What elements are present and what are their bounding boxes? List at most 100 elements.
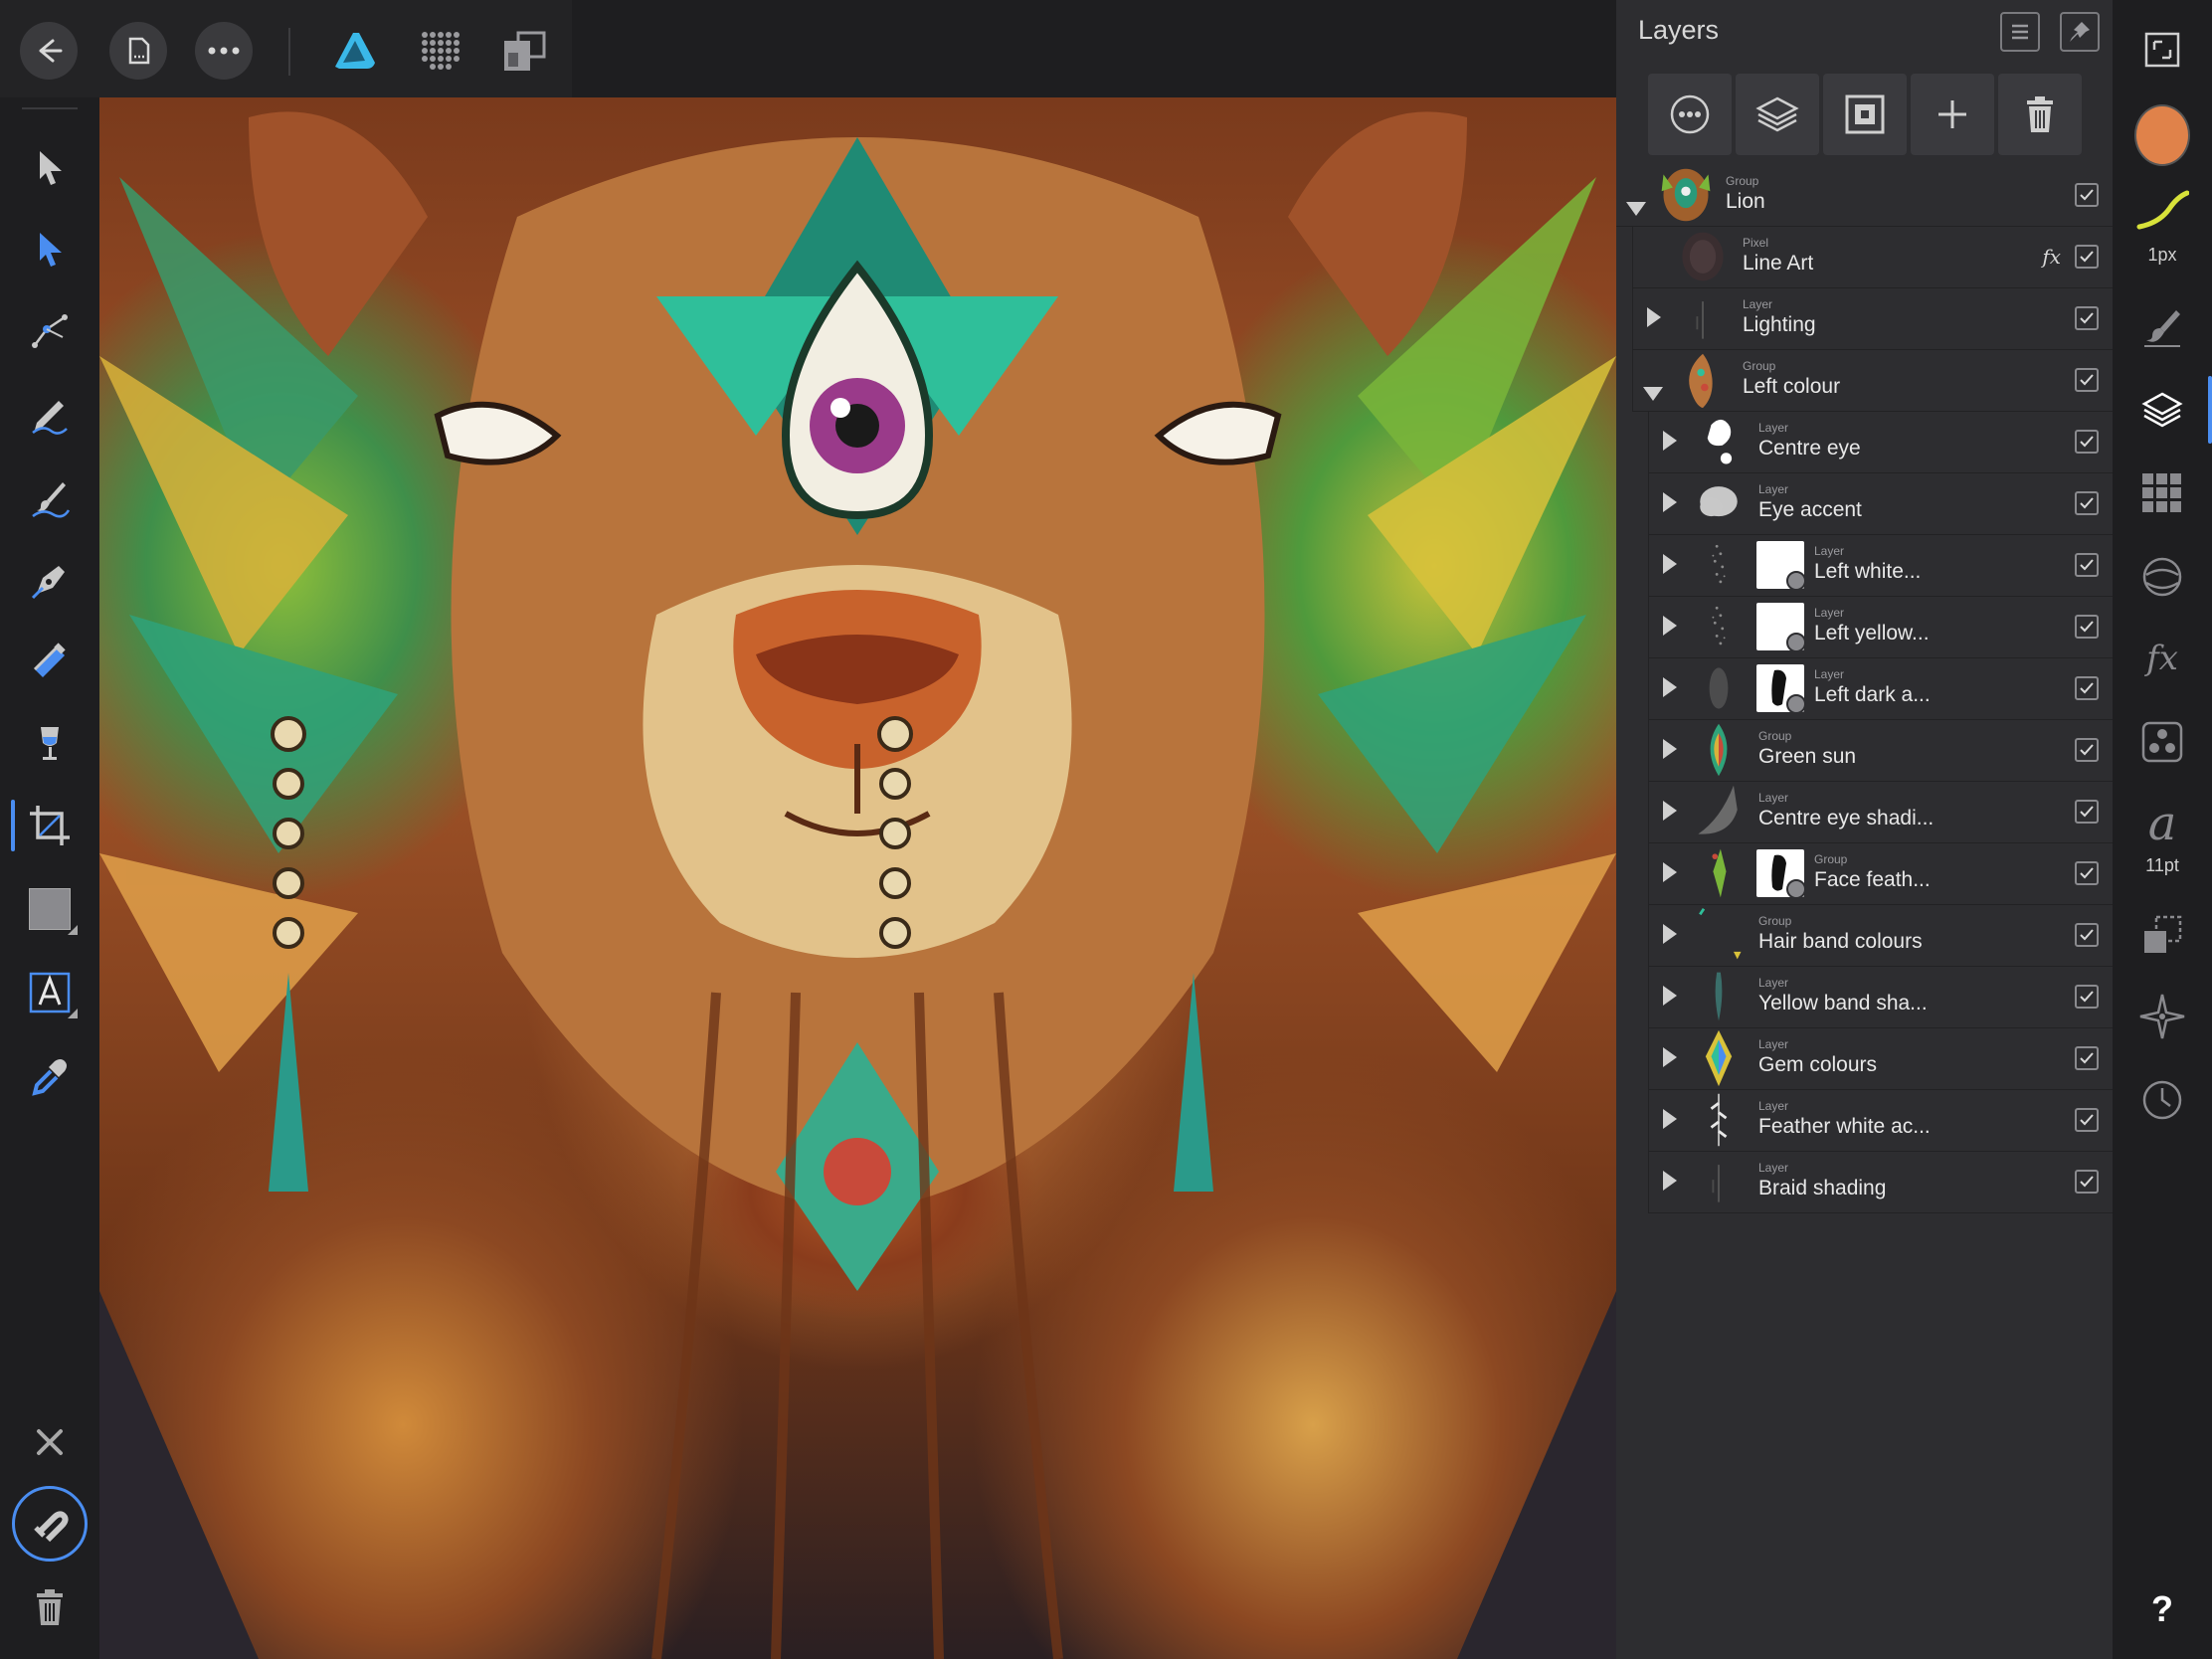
more-icon[interactable] bbox=[195, 22, 253, 80]
layer-type-label: Layer bbox=[1758, 421, 1789, 435]
export-persona-icon[interactable] bbox=[495, 22, 553, 80]
effects-icon[interactable]: fx bbox=[2134, 631, 2190, 686]
stroke-icon[interactable] bbox=[2134, 183, 2190, 239]
layer-row[interactable]: Pixel Line Art fx bbox=[1632, 227, 2113, 288]
collapse-triangle-icon[interactable] bbox=[1643, 387, 1663, 401]
layer-name: Braid shading bbox=[1758, 1177, 1887, 1199]
snapping-icon[interactable] bbox=[12, 1486, 88, 1562]
visibility-checkbox[interactable] bbox=[2075, 861, 2099, 885]
visibility-checkbox[interactable] bbox=[2075, 491, 2099, 515]
layer-row[interactable]: Layer Gem colours bbox=[1648, 1028, 2117, 1090]
transform-icon[interactable] bbox=[2134, 907, 2190, 963]
layers-icon[interactable] bbox=[2134, 376, 2212, 444]
layer-row[interactable]: Layer Centre eye bbox=[1648, 412, 2117, 473]
corner-tool-icon[interactable] bbox=[20, 300, 80, 360]
vector-brush-tool-icon[interactable] bbox=[20, 467, 80, 527]
layer-type-label: Layer bbox=[1743, 297, 1773, 311]
expand-triangle-icon[interactable] bbox=[1663, 431, 1677, 451]
layer-row[interactable]: Group Left colour bbox=[1632, 350, 2113, 412]
move-tool-icon[interactable] bbox=[20, 137, 80, 197]
text-styles-icon[interactable]: a bbox=[2134, 796, 2190, 851]
styles-icon[interactable] bbox=[2134, 714, 2190, 770]
layer-row[interactable]: Layer Eye accent bbox=[1648, 473, 2113, 535]
layer-options-icon[interactable] bbox=[1648, 74, 1732, 155]
layer-row[interactable]: Layer Left yellow... bbox=[1648, 597, 2113, 658]
close-icon[interactable] bbox=[20, 1412, 80, 1472]
mask-icon[interactable] bbox=[1823, 74, 1907, 155]
layer-row[interactable]: Layer Yellow band sha... bbox=[1648, 967, 2117, 1028]
expand-triangle-icon[interactable] bbox=[1663, 739, 1677, 759]
expand-triangle-icon[interactable] bbox=[1663, 1109, 1677, 1129]
visibility-checkbox[interactable] bbox=[2075, 615, 2099, 639]
pixel-persona-icon[interactable] bbox=[412, 22, 469, 80]
visibility-checkbox[interactable] bbox=[2075, 553, 2099, 577]
node-tool-icon[interactable] bbox=[20, 219, 80, 278]
delete-icon[interactable] bbox=[20, 1577, 80, 1637]
expand-triangle-icon[interactable] bbox=[1663, 1171, 1677, 1191]
visibility-checkbox[interactable] bbox=[2075, 676, 2099, 700]
fill-tool-icon[interactable] bbox=[20, 633, 80, 692]
designer-persona-icon[interactable] bbox=[326, 22, 384, 80]
document-canvas[interactable] bbox=[99, 97, 1616, 1659]
brushes-icon[interactable] bbox=[2134, 298, 2190, 354]
pen-tool-icon[interactable] bbox=[20, 551, 80, 611]
expand-triangle-icon[interactable] bbox=[1663, 1047, 1677, 1067]
panel-menu-icon[interactable] bbox=[2000, 12, 2040, 52]
artistic-text-tool-icon[interactable] bbox=[20, 963, 80, 1022]
back-icon[interactable] bbox=[20, 22, 78, 80]
expand-triangle-icon[interactable] bbox=[1663, 986, 1677, 1006]
layer-row[interactable]: Group Green sun bbox=[1648, 720, 2113, 782]
fullscreen-icon[interactable] bbox=[2134, 22, 2190, 78]
visibility-checkbox[interactable] bbox=[2075, 1170, 2099, 1194]
expand-triangle-icon[interactable] bbox=[1647, 307, 1661, 327]
help-icon[interactable]: ? bbox=[2134, 1581, 2190, 1637]
transparency-tool-icon[interactable] bbox=[20, 714, 80, 774]
color-picker-tool-icon[interactable] bbox=[20, 1046, 80, 1106]
expand-triangle-icon[interactable] bbox=[1663, 924, 1677, 944]
crop-tool-icon[interactable] bbox=[11, 796, 80, 855]
expand-triangle-icon[interactable] bbox=[1663, 801, 1677, 821]
collapse-triangle-icon[interactable] bbox=[1626, 202, 1646, 216]
layer-row[interactable]: Group Face feath... bbox=[1648, 843, 2113, 905]
fx-icon[interactable]: fx bbox=[2042, 245, 2061, 269]
layer-name: Gem colours bbox=[1758, 1053, 1878, 1076]
visibility-checkbox[interactable] bbox=[2075, 306, 2099, 330]
layer-row[interactable]: Layer Left white... bbox=[1648, 535, 2117, 597]
expand-triangle-icon[interactable] bbox=[1663, 554, 1677, 574]
rectangle-tool-icon[interactable] bbox=[20, 879, 80, 939]
visibility-checkbox[interactable] bbox=[2075, 985, 2099, 1009]
navigator-icon[interactable] bbox=[2134, 989, 2190, 1044]
layer-name: Green sun bbox=[1758, 745, 1857, 768]
expand-triangle-icon[interactable] bbox=[1663, 677, 1677, 697]
visibility-checkbox[interactable] bbox=[2075, 368, 2099, 392]
expand-triangle-icon[interactable] bbox=[1663, 492, 1677, 512]
visibility-checkbox[interactable] bbox=[2075, 923, 2099, 947]
visibility-checkbox[interactable] bbox=[2075, 1108, 2099, 1132]
color-swatch-icon[interactable] bbox=[2134, 104, 2190, 166]
document-icon[interactable] bbox=[109, 22, 167, 80]
layer-thumbnail bbox=[1691, 597, 1751, 658]
visibility-checkbox[interactable] bbox=[2075, 245, 2099, 269]
pencil-tool-icon[interactable] bbox=[20, 384, 80, 444]
appearance-icon[interactable] bbox=[2134, 549, 2190, 605]
layer-row[interactable]: Layer Left dark a... bbox=[1648, 658, 2113, 720]
expand-triangle-icon[interactable] bbox=[1663, 616, 1677, 636]
layer-row[interactable]: Group Lion bbox=[1616, 165, 2113, 227]
add-layer-icon[interactable] bbox=[1911, 74, 1994, 155]
layer-row[interactable]: Layer Braid shading bbox=[1648, 1152, 2117, 1213]
delete-layer-icon[interactable] bbox=[1998, 74, 2082, 155]
pin-icon[interactable] bbox=[2060, 12, 2100, 52]
visibility-checkbox[interactable] bbox=[2075, 430, 2099, 454]
layer-row[interactable]: Layer Lighting bbox=[1632, 288, 2117, 350]
visibility-checkbox[interactable] bbox=[2075, 1046, 2099, 1070]
layer-stack-icon[interactable] bbox=[1736, 74, 1819, 155]
layer-row[interactable]: Layer Feather white ac... bbox=[1648, 1090, 2117, 1152]
swatches-icon[interactable] bbox=[2134, 465, 2190, 521]
layer-row[interactable]: Layer Centre eye shadi... bbox=[1648, 782, 2117, 843]
history-icon[interactable] bbox=[2134, 1072, 2190, 1128]
layer-row[interactable]: Group Hair band colours bbox=[1648, 905, 2113, 967]
visibility-checkbox[interactable] bbox=[2075, 738, 2099, 762]
visibility-checkbox[interactable] bbox=[2075, 800, 2099, 824]
visibility-checkbox[interactable] bbox=[2075, 183, 2099, 207]
expand-triangle-icon[interactable] bbox=[1663, 862, 1677, 882]
